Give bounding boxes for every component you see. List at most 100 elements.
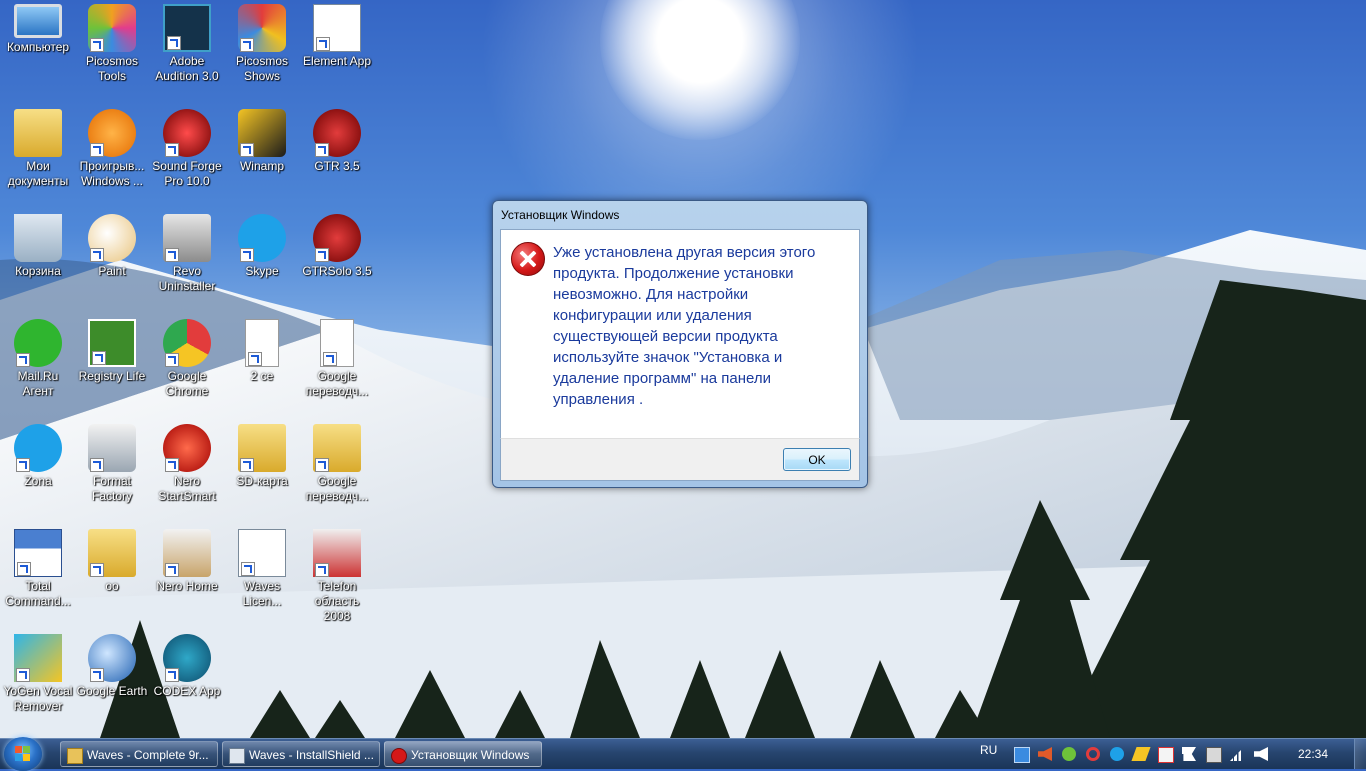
desktop-icon[interactable]: GTR 3.5 [299,109,375,174]
google-earth-icon [88,634,136,682]
desktop-icon-label: Проигрыв... Windows ... [79,159,145,188]
desktop-icon-label: Google переводч... [305,474,369,503]
desktop-icon-label: Nero StartSmart [158,474,216,503]
desktop-icon[interactable]: Revo Uninstaller [149,214,225,294]
nero-home-icon [163,529,211,577]
target-tray-icon[interactable] [1086,747,1100,761]
desktop-icon[interactable]: Waves Licen... [224,529,300,609]
usb-tray-icon[interactable] [1206,747,1222,763]
desktop-icon[interactable]: Sound Forge Pro 10.0 [149,109,225,189]
picosmos-shows-icon [238,4,286,52]
shortcut-arrow-icon [240,248,254,262]
desktop-icon-label: GTR 3.5 [314,159,360,173]
shortcut-arrow-icon [16,458,30,472]
start-button[interactable] [4,737,42,771]
zona-icon [14,424,62,472]
desktop-icon-label: Компьютер [6,40,70,54]
desktop-icon[interactable]: Google переводч... [299,319,375,399]
desktop-icon[interactable]: Total Command... [0,529,76,609]
desktop-icon[interactable]: Мои документы [0,109,76,189]
desktop-icon[interactable]: Nero Home [149,529,225,594]
desktop-icon-label: 2 се [250,369,274,383]
desktop-icon-label: Paint [98,264,126,278]
desktop-icon[interactable]: SD-карта [224,424,300,489]
desktop-icon[interactable]: Google Chrome [149,319,225,399]
windows-logo-icon [15,746,31,762]
format-factory-icon [88,424,136,472]
network-tray-icon[interactable] [1014,747,1030,763]
installer-error-dialog[interactable]: Установщик Windows Уже установлена друга… [492,200,868,488]
desktop-icon[interactable]: Google Earth [74,634,150,699]
desktop-icon[interactable]: 2 се [224,319,300,384]
desktop-icon[interactable]: Skype [224,214,300,279]
shortcut-arrow-icon [241,562,255,576]
shortcut-arrow-icon [165,143,179,157]
clock[interactable]: 22:34 [1298,747,1328,761]
shortcut-arrow-icon [90,143,104,157]
show-desktop-button[interactable] [1354,739,1366,769]
zona-tray-icon[interactable] [1110,747,1124,761]
error-small-icon [391,748,407,764]
desktop-icon[interactable]: Проигрыв... Windows ... [74,109,150,189]
mailru-agent-icon [14,319,62,367]
shortcut-arrow-icon [90,668,104,682]
taskbar-item-windows-installer[interactable]: Установщик Windows [384,741,542,767]
desktop-icon[interactable]: GTRSolo 3.5 [299,214,375,279]
desktop-icon[interactable]: Nero StartSmart [149,424,225,504]
shortcut-arrow-icon [165,248,179,262]
shortcut-arrow-icon [165,353,179,367]
dialog-message: Уже установлена другая версия этого прод… [553,244,816,408]
desktop-icon[interactable]: Adobe Audition 3.0 [149,4,225,84]
shortcut-arrow-icon [167,36,181,50]
desktop-icon[interactable]: Zona [0,424,76,489]
desktop-icon[interactable]: Корзина [0,214,76,279]
taskbar-item-waves-installshield[interactable]: Waves - InstallShield ... [222,741,380,767]
dialog-footer: OK [500,438,860,481]
desktop-icon[interactable]: Picosmos Tools [74,4,150,84]
picosmos-tools-icon [88,4,136,52]
desktop-icon[interactable]: оо [74,529,150,594]
recycle-bin-icon [14,214,62,262]
desktop-icon[interactable]: Компьютер [0,4,76,55]
flag-tray-icon[interactable] [1182,747,1196,761]
green-app-tray-icon[interactable] [1062,747,1076,761]
speaker-muted-icon[interactable] [1038,747,1052,761]
volume-icon[interactable] [1254,747,1268,761]
desktop-icon-label: Мои документы [7,159,69,188]
shortcut-arrow-icon [90,563,104,577]
shortcut-arrow-icon [165,458,179,472]
desktop-icon[interactable]: Registry Life [74,319,150,384]
dialog-body: Уже установлена другая версия этого прод… [500,229,860,439]
desktop-icon[interactable]: Google переводч... [299,424,375,504]
shortcut-arrow-icon [315,143,329,157]
desktop-icon-label: Format Factory [91,474,132,503]
winamp-tray-icon[interactable] [1131,747,1151,761]
desktop-icon[interactable]: Mail.Ru Агент [0,319,76,399]
desktop-icon[interactable]: YoGen Vocal Remover [0,634,76,714]
desktop-icon[interactable]: Format Factory [74,424,150,504]
blank-file-icon [320,319,354,367]
desktop-icon-label: Element App [302,54,372,68]
language-indicator[interactable]: RU [980,743,997,757]
dialog-title: Установщик Windows [501,208,620,222]
signal-strength-icon[interactable] [1230,747,1244,761]
desktop-icon-label: Winamp [239,159,284,173]
desktop-icon[interactable]: Picosmos Shows [224,4,300,84]
action-center-icon[interactable] [1158,747,1174,763]
desktop-icon[interactable]: Winamp [224,109,300,174]
desktop-icon[interactable]: Element App [299,4,375,69]
desktop-icon[interactable]: Telefon область 2008 [299,529,375,624]
chrome-icon [163,319,211,367]
desktop-icon[interactable]: CODEX App [149,634,225,699]
shortcut-arrow-icon [165,668,179,682]
desktop-icon-label: Nero Home [156,579,218,593]
ok-button[interactable]: OK [783,448,851,471]
element-app-icon [313,4,361,52]
desktop-icon-label: Корзина [15,264,61,278]
taskbar-item-waves-complete[interactable]: Waves - Complete 9r... [60,741,218,767]
taskbar: Waves - Complete 9r... Waves - InstallSh… [0,737,1366,771]
installer-icon [229,748,245,764]
desktop-icon[interactable]: Paint [74,214,150,279]
shortcut-arrow-icon [90,458,104,472]
shortcut-arrow-icon [323,352,337,366]
